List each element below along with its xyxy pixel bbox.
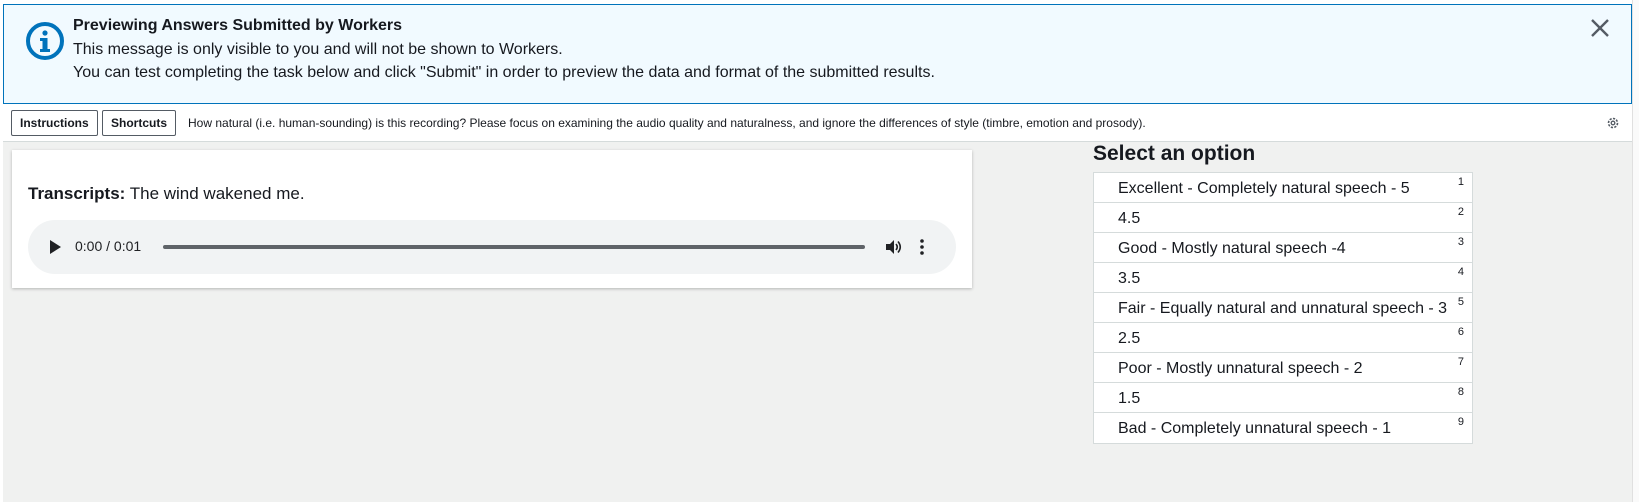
option-6[interactable]: 2.5 6: [1094, 323, 1472, 353]
task-question: How natural (i.e. human-sounding) is thi…: [188, 116, 1146, 130]
option-shortcut-key: 3: [1457, 236, 1464, 248]
option-1[interactable]: Excellent - Completely natural speech - …: [1094, 173, 1472, 203]
task-toolbar: Instructions Shortcuts How natural (i.e.…: [3, 104, 1632, 142]
banner-message-line-2: You can test completing the task below a…: [73, 64, 935, 81]
option-4[interactable]: 3.5 4: [1094, 263, 1472, 293]
instructions-button[interactable]: Instructions: [11, 110, 98, 136]
option-shortcut-key: 5: [1457, 296, 1464, 308]
option-label: 4.5: [1118, 210, 1141, 227]
option-label: 1.5: [1118, 390, 1141, 407]
transcript-text: The wind wakened me.: [129, 184, 305, 203]
transcript: Transcripts: The wind wakened me.: [28, 184, 305, 204]
audio-progress-bar[interactable]: [163, 245, 865, 249]
recording-card: Transcripts: The wind wakened me. 0:00 /…: [12, 150, 972, 288]
option-shortcut-key: 6: [1457, 326, 1464, 338]
close-icon[interactable]: [1587, 15, 1613, 41]
task-area: Transcripts: The wind wakened me. 0:00 /…: [3, 142, 1632, 502]
option-shortcut-key: 9: [1457, 416, 1464, 428]
option-label: Excellent - Completely natural speech - …: [1118, 180, 1410, 197]
banner-title: Previewing Answers Submitted by Workers: [73, 17, 402, 34]
option-shortcut-key: 7: [1457, 356, 1464, 368]
preview-banner: Previewing Answers Submitted by Workers …: [3, 4, 1632, 104]
option-shortcut-key: 4: [1457, 266, 1464, 278]
shortcuts-button[interactable]: Shortcuts: [102, 110, 177, 136]
option-8[interactable]: 1.5 8: [1094, 383, 1472, 413]
transcript-label: Transcripts:: [28, 184, 126, 203]
option-shortcut-key: 1: [1457, 176, 1464, 188]
option-2[interactable]: 4.5 2: [1094, 203, 1472, 233]
page-scrollbar[interactable]: [1632, 0, 1639, 502]
option-5[interactable]: Fair - Equally natural and unnatural spe…: [1094, 293, 1472, 323]
option-shortcut-key: 8: [1457, 386, 1464, 398]
option-label: Bad - Completely unnatural speech - 1: [1118, 420, 1392, 437]
option-shortcut-key: 2: [1457, 206, 1464, 218]
option-label: Fair - Equally natural and unnatural spe…: [1118, 300, 1448, 317]
option-7[interactable]: Poor - Mostly unnatural speech - 2 7: [1094, 353, 1472, 383]
option-9[interactable]: Bad - Completely unnatural speech - 1 9: [1094, 413, 1472, 443]
audio-time: 0:00 / 0:01: [75, 238, 142, 254]
options-list: Excellent - Completely natural speech - …: [1093, 172, 1473, 444]
volume-icon[interactable]: [883, 237, 903, 257]
option-3[interactable]: Good - Mostly natural speech -4 3: [1094, 233, 1472, 263]
play-icon[interactable]: [50, 240, 61, 254]
options-title: Select an option: [1093, 142, 1256, 165]
audio-player: 0:00 / 0:01: [28, 220, 956, 274]
option-label: Poor - Mostly unnatural speech - 2: [1118, 360, 1363, 377]
gear-icon[interactable]: [1606, 116, 1620, 130]
more-vertical-icon[interactable]: [919, 237, 925, 257]
banner-message-line-1: This message is only visible to you and …: [73, 41, 563, 58]
option-label: Good - Mostly natural speech -4: [1118, 240, 1346, 257]
option-label: 2.5: [1118, 330, 1141, 347]
info-icon: [26, 22, 64, 60]
option-label: 3.5: [1118, 270, 1141, 287]
